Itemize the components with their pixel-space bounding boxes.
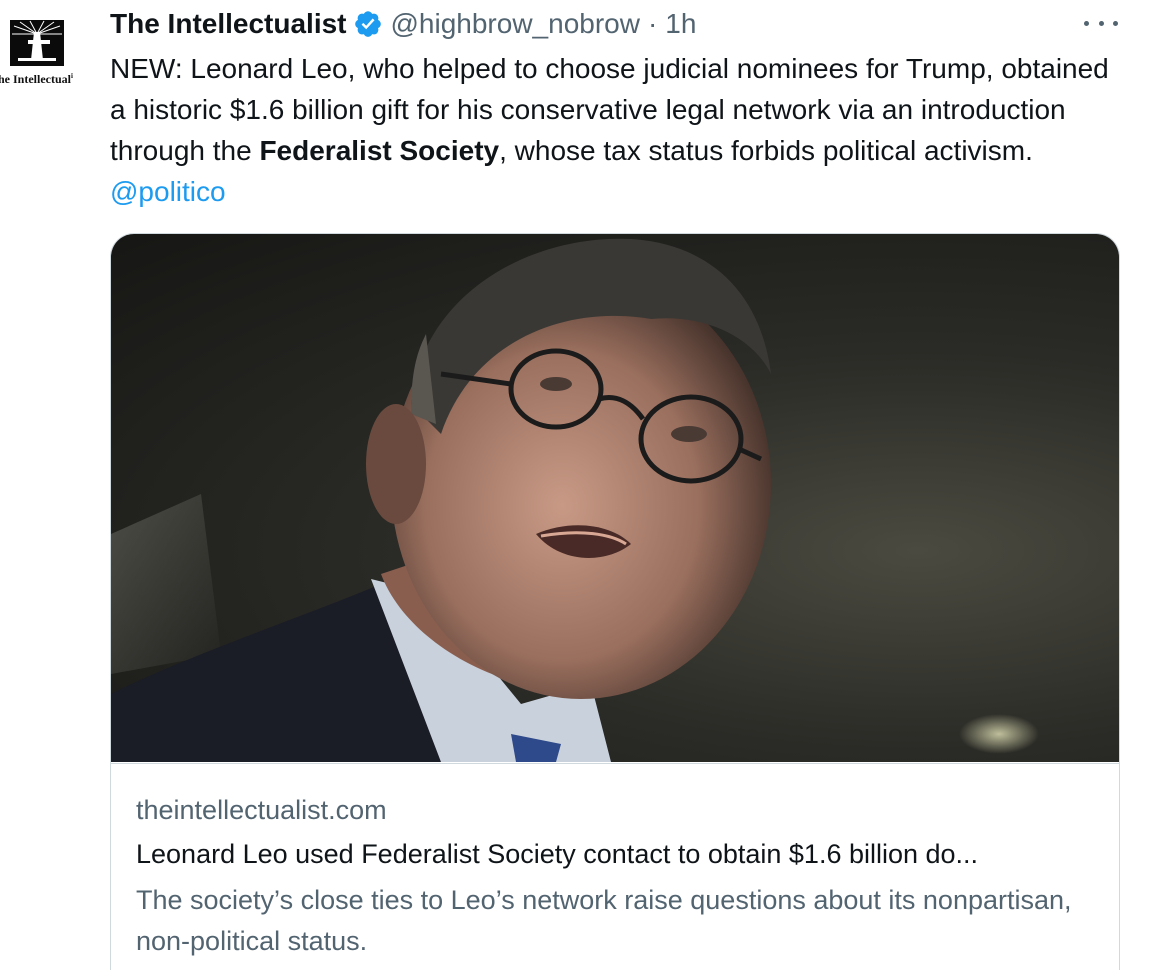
verified-badge-icon[interactable]: [353, 9, 383, 39]
separator-dot: ·: [647, 8, 658, 39]
timestamp[interactable]: 1h: [665, 8, 696, 40]
link-card-image[interactable]: [111, 234, 1119, 762]
tweet-text: NEW: Leonard Leo, who helped to choose j…: [110, 53, 1109, 207]
author-avatar[interactable]: he Intellectuali: [0, 0, 76, 100]
link-card-description: The society’s close ties to Leo’s networ…: [136, 885, 1072, 956]
tweet[interactable]: he Intellectuali The Intellectualist @hi…: [0, 0, 1152, 970]
author-handle[interactable]: @highbrow_nobrow: [391, 8, 640, 40]
link-card-title: Leonard Leo used Federalist Society cont…: [136, 839, 979, 869]
tweet-header: The Intellectualist @highbrow_nobrow · 1…: [110, 4, 696, 44]
more-options-icon[interactable]: [1084, 8, 1118, 38]
mention-link[interactable]: @politico: [110, 176, 226, 207]
display-name[interactable]: The Intellectualist: [110, 8, 347, 40]
lighthouse-logo-icon: [10, 20, 64, 66]
link-card-meta: theintellectualist.com Leonard Leo used …: [111, 763, 1119, 962]
avatar-caption: he Intellectuali: [0, 72, 73, 86]
bold-text: Federalist Society: [259, 135, 500, 166]
link-card[interactable]: theintellectualist.com Leonard Leo used …: [110, 233, 1120, 970]
link-card-domain: theintellectualist.com: [136, 795, 387, 825]
